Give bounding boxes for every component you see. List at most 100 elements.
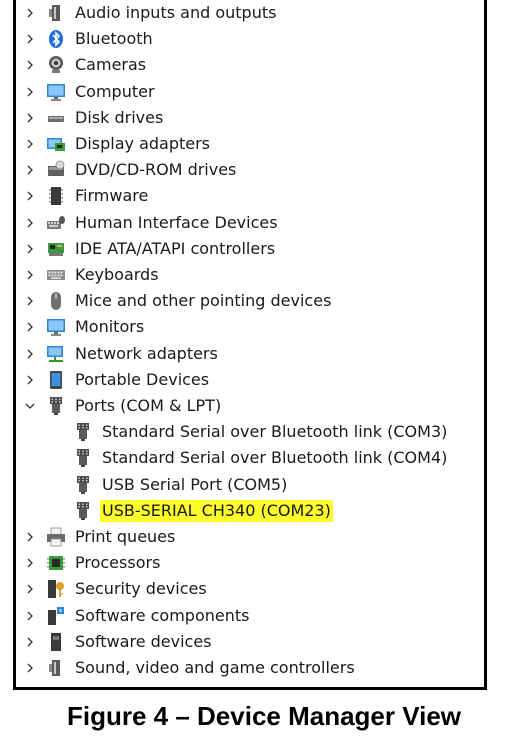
tree-child-label: USB-SERIAL CH340 (COM23) [100,499,333,522]
chevron-right-icon[interactable] [22,3,38,23]
chevron-right-icon[interactable] [22,632,38,652]
tree-item-label: Audio inputs and outputs [75,3,277,22]
tree-item-label: Display adapters [75,134,211,153]
chevron-right-icon[interactable] [22,265,38,285]
speaker-icon [46,3,66,23]
tree-item-monitors[interactable]: Monitors [16,314,484,340]
tree-item-software-components[interactable]: Software components [16,603,484,629]
tree-item-label: Cameras [75,55,147,75]
chevron-right-icon[interactable] [22,579,38,599]
tree-child-item[interactable]: Standard Serial over Bluetooth link (COM… [16,419,484,445]
tree-item-label: Processors [75,553,161,573]
tree-child-item[interactable]: USB Serial Port (COM5) [16,472,484,498]
tree-item-label: Ports (COM & LPT) [75,396,222,415]
chevron-right-icon[interactable] [22,134,38,154]
tree-item-cameras[interactable]: Cameras [16,52,484,78]
tree-item-disk-drives[interactable]: Disk drives [16,105,484,131]
tree-item-label: Print queues [75,527,176,546]
speaker-icon [46,658,66,678]
chevron-right-icon[interactable] [22,82,38,102]
processor-icon [46,553,66,573]
mouse-icon [46,291,66,311]
tree-item-software-devices[interactable]: Software devices [16,629,484,655]
tree-item-audio-inputs-and-outputs[interactable]: Audio inputs and outputs [16,0,484,26]
tree-item-label: Computer [75,81,155,101]
tree-child-item[interactable]: Standard Serial over Bluetooth link (COM… [16,445,484,471]
tree-item-display-adapters[interactable]: Display adapters [16,131,484,157]
tree-item-computer[interactable]: Computer [16,79,484,105]
ide-controller-icon [46,239,66,259]
tree-child-label: Standard Serial over Bluetooth link (COM… [102,448,448,468]
tree-item-label: IDE ATA/ATAPI controllers [75,238,276,258]
tree-item-keyboards[interactable]: Keyboards [16,262,484,288]
tree-item-ports-com-lpt[interactable]: Ports (COM & LPT) [16,393,484,419]
chevron-right-icon[interactable] [22,527,38,547]
chevron-right-icon[interactable] [22,160,38,180]
chevron-right-icon[interactable] [22,108,38,128]
port-connector-icon [73,422,93,442]
monitor-icon [46,82,66,102]
tree-child-item[interactable]: USB-SERIAL CH340 (COM23) [16,498,484,524]
chevron-right-icon[interactable] [22,344,38,364]
tree-item-label: Software devices [75,631,212,651]
tree-item-dvd-cd-rom-drives[interactable]: DVD/CD-ROM drives [16,157,484,183]
chevron-right-icon[interactable] [22,658,38,678]
tree-item-label: Human Interface Devices [75,212,278,232]
chevron-right-icon[interactable] [22,317,38,337]
tree-item-label: Portable Devices [75,369,210,389]
port-connector-icon [73,475,93,495]
tree-item-bluetooth[interactable]: Bluetooth [16,26,484,52]
tree-item-network-adapters[interactable]: Network adapters [16,341,484,367]
tree-item-storage-controllers[interactable]: Storage controllers [16,681,484,687]
webcam-icon [46,55,66,75]
port-connector-icon [46,396,66,416]
tree-item-label: Bluetooth [75,29,153,49]
chevron-right-icon[interactable] [22,29,38,49]
portable-device-icon [46,370,66,390]
hid-icon [46,213,66,233]
tree-item-sound-video-and-game-controllers[interactable]: Sound, video and game controllers [16,655,484,681]
bluetooth-icon [46,29,66,49]
port-connector-icon [73,501,93,521]
tree-item-security-devices[interactable]: Security devices [16,576,484,602]
chevron-right-icon[interactable] [22,553,38,573]
chevron-down-icon[interactable] [22,396,38,416]
tree-child-label: USB Serial Port (COM5) [102,474,288,494]
chevron-right-icon[interactable] [22,684,38,687]
chevron-right-icon[interactable] [22,213,38,233]
tree-item-processors[interactable]: Processors [16,550,484,576]
security-key-icon [46,579,66,599]
chevron-right-icon[interactable] [22,370,38,390]
tree-item-label: DVD/CD-ROM drives [75,160,237,180]
storage-controller-icon [46,684,66,687]
chevron-right-icon[interactable] [22,55,38,75]
dvd-drive-icon [46,160,66,180]
tree-item-human-interface-devices[interactable]: Human Interface Devices [16,210,484,236]
chevron-right-icon[interactable] [22,291,38,311]
tree-item-label: Security devices [75,579,207,599]
firmware-icon [46,186,66,206]
tree-item-label: Mice and other pointing devices [75,291,332,311]
tree-item-print-queues[interactable]: Print queues [16,524,484,550]
chevron-right-icon[interactable] [22,186,38,206]
tree-item-mice-and-other-pointing-devices[interactable]: Mice and other pointing devices [16,288,484,314]
tree-item-label: Software components [75,605,250,625]
tree-item-label: Firmware [75,186,149,206]
tree-item-firmware[interactable]: Firmware [16,183,484,209]
port-connector-icon [73,448,93,468]
tree-item-label: Disk drives [75,107,164,127]
monitor-icon [46,317,66,337]
tree-item-label: Storage controllers [73,683,229,687]
tree-item-label: Network adapters [75,343,218,363]
printer-icon [46,527,66,547]
figure-caption: Figure 4 – Device Manager View [66,701,462,731]
software-component-icon [46,606,66,626]
tree-item-label: Sound, video and game controllers [75,658,355,677]
tree-item-ide-ata-atapi-controllers[interactable]: IDE ATA/ATAPI controllers [16,236,484,262]
chevron-right-icon[interactable] [22,606,38,626]
tree-item-label: Monitors [75,317,145,337]
chevron-right-icon[interactable] [22,239,38,259]
network-adapter-icon [46,344,66,364]
software-device-icon [46,632,66,652]
tree-item-portable-devices[interactable]: Portable Devices [16,367,484,393]
